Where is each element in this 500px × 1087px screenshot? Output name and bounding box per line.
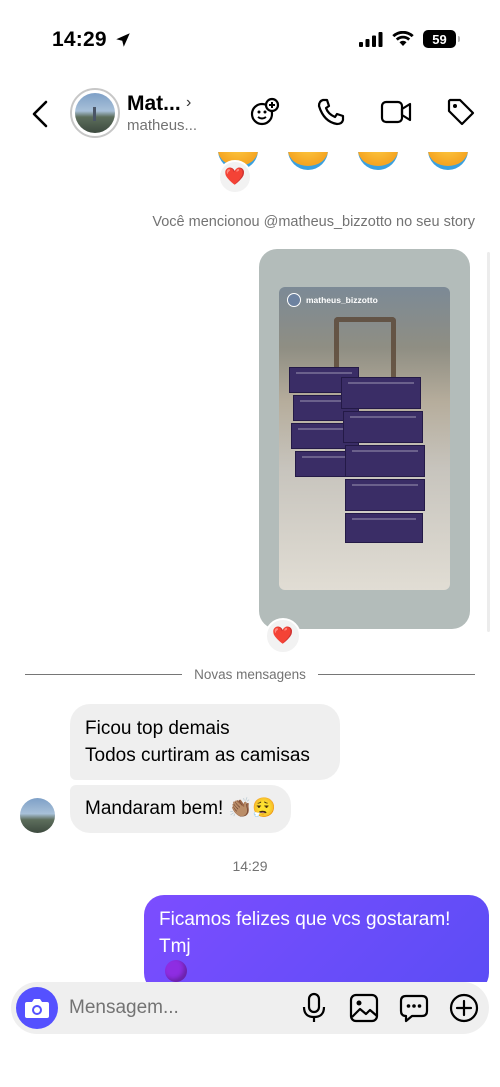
contact-username[interactable]: matheus... [127,117,197,134]
message-text: Ficamos felizes que vcs gostaram! [159,909,451,930]
camera-button[interactable] [16,987,58,1029]
message-text: Ficou top demais [85,718,230,739]
status-icons: 59 [359,30,460,48]
contact-name[interactable]: Mat... [127,92,181,116]
status-bar: 14:29 59 [0,0,500,80]
wifi-icon [392,31,414,46]
emoji-icon [428,152,468,170]
location-arrow-icon [115,33,130,47]
incoming-message[interactable]: Ficou top demais Todos curtiram as camis… [70,704,340,780]
video-call-icon[interactable] [380,99,412,125]
story-username: matheus_bizzotto [306,295,378,305]
story-box [341,377,421,409]
contact-avatar[interactable] [70,88,120,138]
message-input[interactable] [69,990,269,1026]
story-box [345,445,425,477]
outgoing-message[interactable]: Ficamos felizes que vcs gostaram! Tmj [144,895,489,982]
add-circle-icon[interactable] [449,993,479,1023]
scrollbar[interactable] [487,252,490,632]
message-text: Todos curtiram as camisas [85,745,310,766]
message-line: Tmj [159,933,474,982]
message-thread[interactable]: ❤️ Você mencionou @matheus_bizzotto no s… [0,152,500,982]
signal-icon [359,32,383,47]
incoming-message[interactable]: Mandaram bem! 👏🏽😮‍💨 [70,785,291,833]
chevron-left-icon [32,100,48,128]
story-image: matheus_bizzotto [279,287,450,590]
message-timestamp: 14:29 [232,858,268,874]
message-text: Tmj [159,936,191,957]
sender-avatar[interactable] [20,798,55,833]
story-box [343,411,423,443]
new-messages-divider: Novas mensagens [25,664,475,684]
story-box [345,513,423,543]
story-user: matheus_bizzotto [287,293,378,307]
story-box [345,479,425,511]
status-time-text: 14:29 [52,28,107,51]
battery-indicator: 59 [423,30,460,48]
microphone-icon[interactable] [299,992,329,1024]
contact-avatar-image [75,93,115,133]
chevron-right-icon[interactable]: › [186,94,191,112]
composer-actions [299,992,479,1024]
divider-line [25,673,183,675]
sticker-chat-icon[interactable] [399,993,429,1023]
purple-heart-icon [165,960,187,982]
message-composer [11,982,489,1034]
reaction-heart[interactable]: ❤️ [265,618,301,654]
divider-label: Novas mensagens [194,666,306,682]
battery-level: 59 [432,31,447,47]
chat-header: Mat... › matheus... [0,80,500,152]
reaction-heart[interactable]: ❤️ [218,160,252,194]
emoji-row [218,152,468,170]
divider-line [317,673,475,675]
back-button[interactable] [26,98,54,130]
tag-icon[interactable] [446,97,476,127]
story-avatar [287,293,301,307]
emoji-icon [288,152,328,170]
status-time: 14:29 [52,28,132,52]
emoji-icon [358,152,398,170]
add-sticker-icon[interactable] [250,96,282,128]
header-actions [250,96,476,128]
gallery-icon[interactable] [349,993,379,1023]
story-reply-card[interactable]: matheus_bizzotto [259,249,470,629]
mention-note: Você mencionou @matheus_bizzotto no seu … [152,214,475,230]
phone-icon[interactable] [316,97,346,127]
message-text: Mandaram bem! 👏🏽😮‍💨 [85,798,276,819]
camera-icon [25,999,49,1018]
